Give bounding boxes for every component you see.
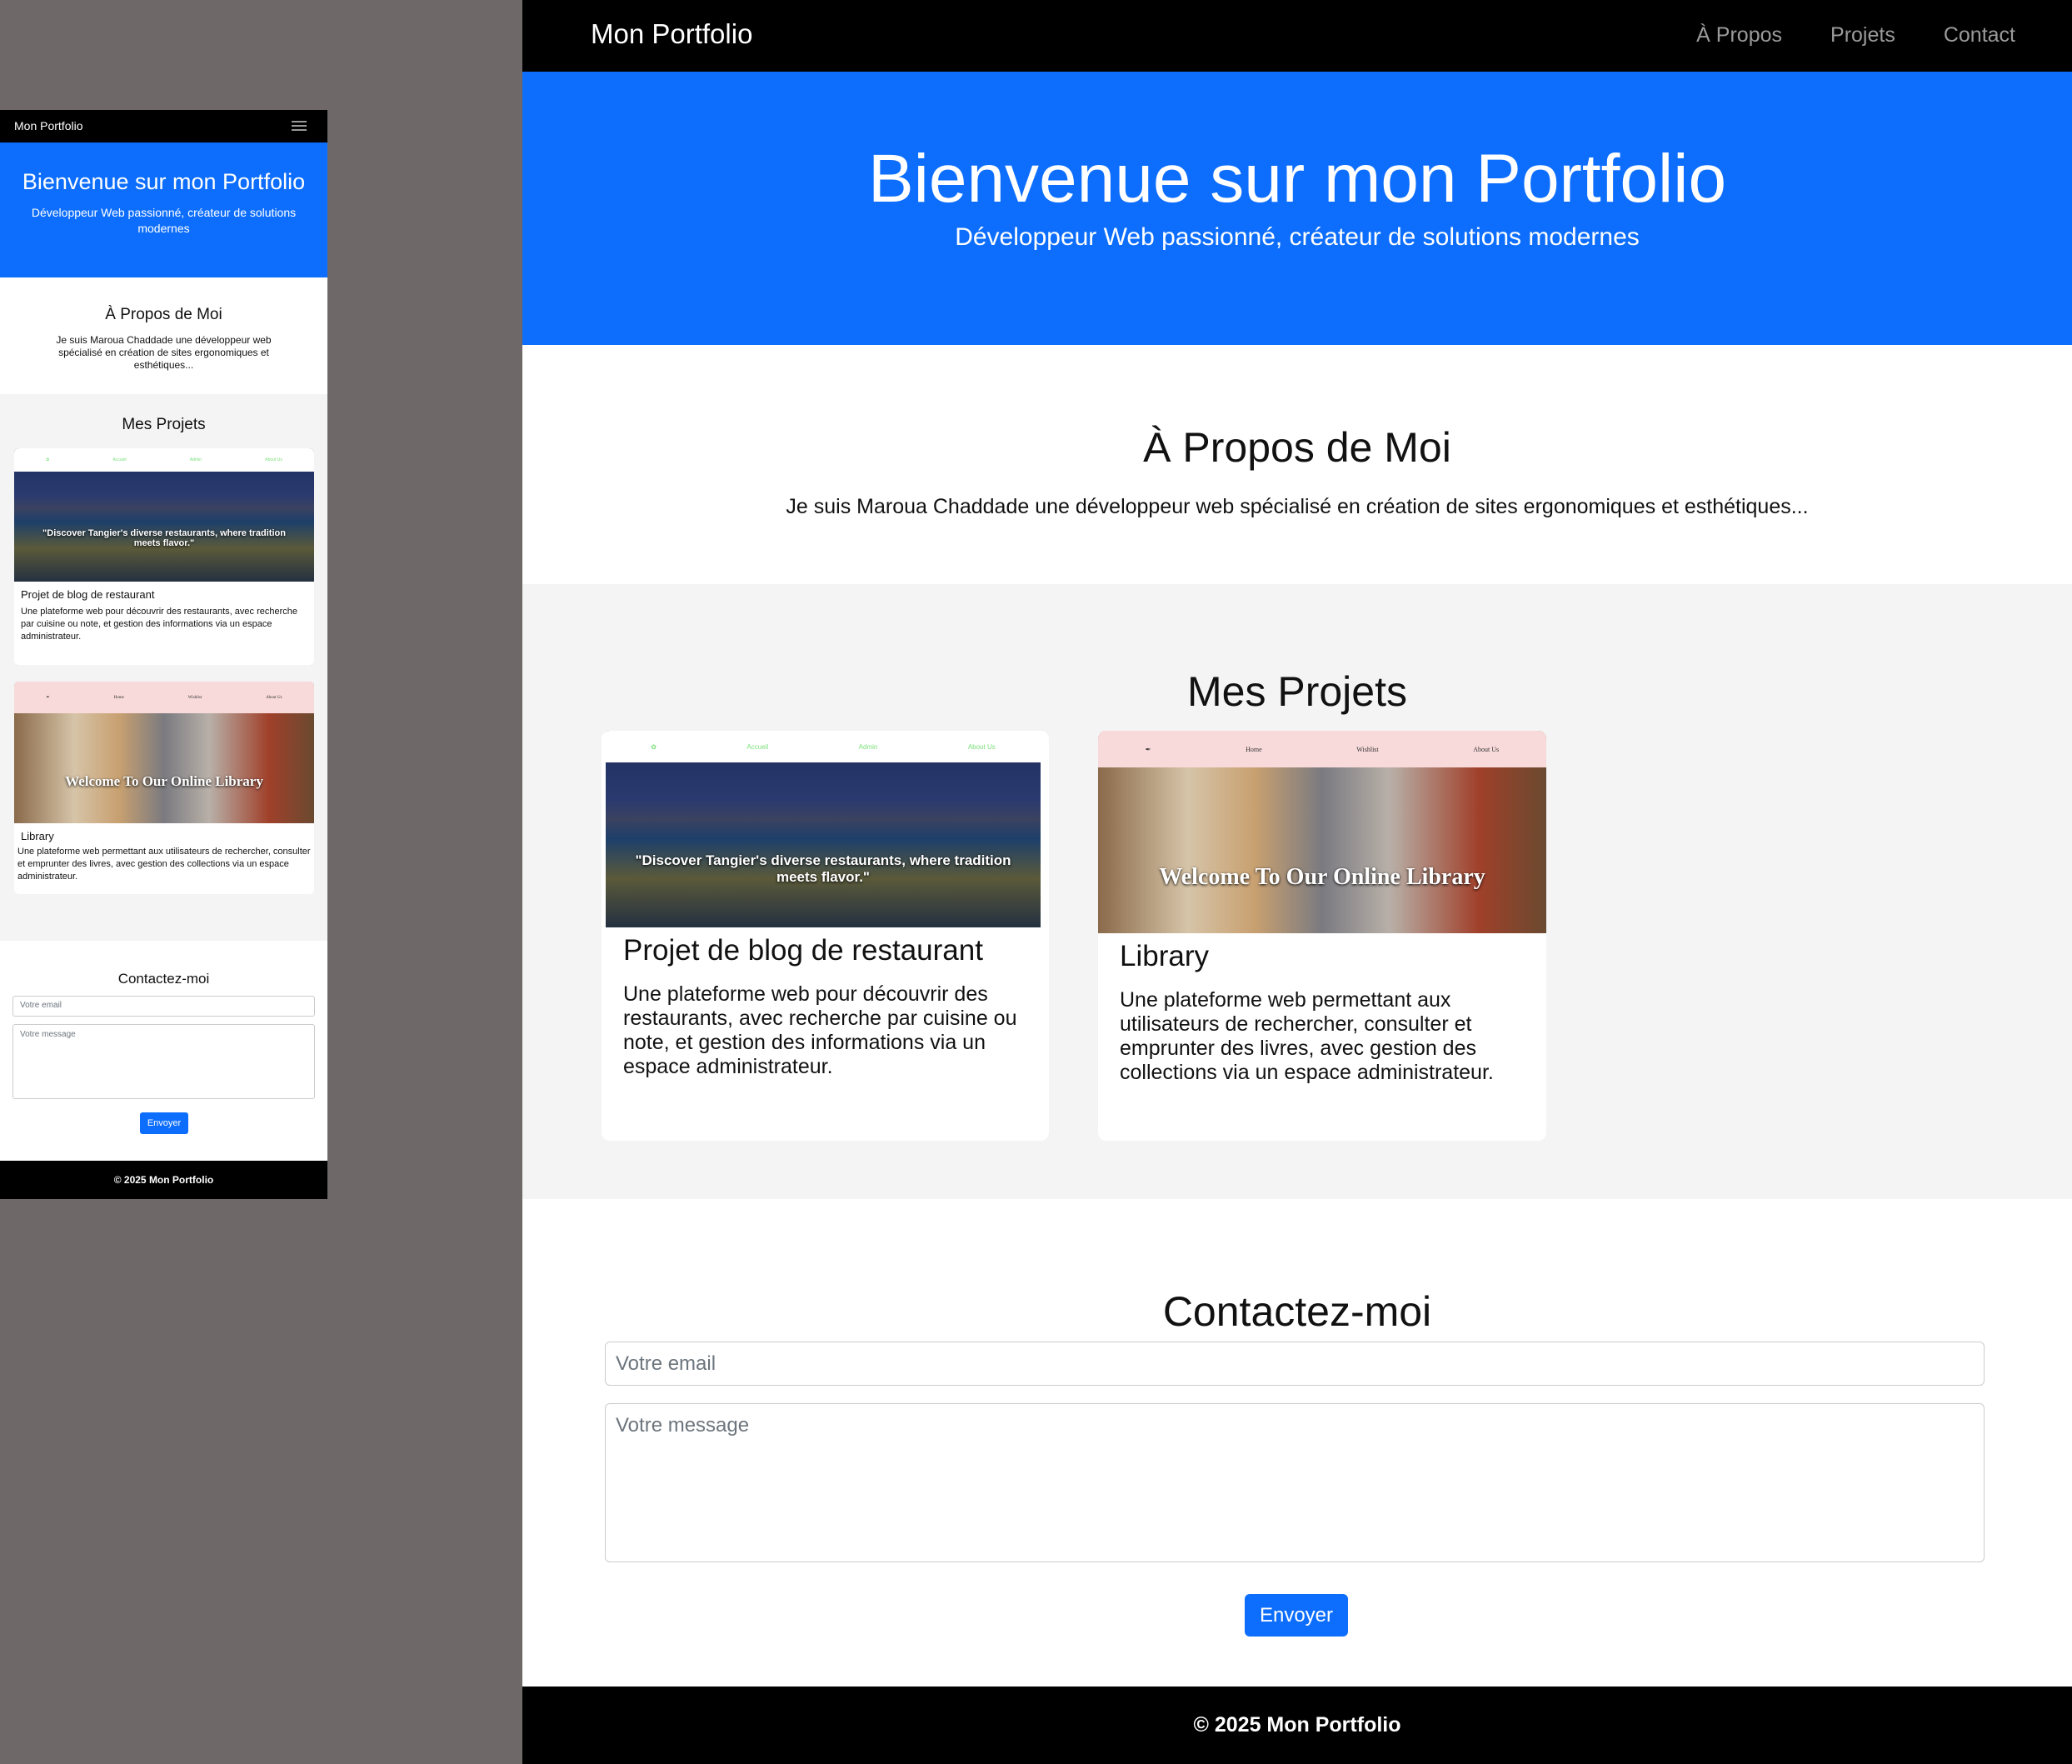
image-logo-icon: ✿ [651,742,657,751]
image-nav-item: About Us [1473,745,1500,753]
mobile-brand[interactable]: Mon Portfolio [14,119,82,132]
nav-links: À Propos Projets Contact [1696,23,2015,47]
image-nav-item: Wishlist [1356,745,1379,753]
projects-title: Mes Projets [1187,668,1407,715]
project-image: ✿ Accueil Admin About Us "Discover Tangier'… [14,448,314,582]
mobile-about: À Propos de Moi Je suis Maroua Chaddade … [0,277,327,394]
project-title: Projet de blog de restaurant [21,588,155,601]
image-nav-item: About Us [967,742,996,751]
about-section: À Propos de Moi Je suis Maroua Chaddade … [522,345,2072,584]
mobile-email-input[interactable]: Votre email [12,996,315,1017]
nav-link-contact[interactable]: Contact [1944,23,2015,47]
mobile-project-card[interactable]: ✒ Home Wishlist About Us Welcome To Our Onl… [14,682,314,894]
mobile-hero-title: Bienvenue sur mon Portfolio [22,169,306,194]
project-title: Library [1120,940,1209,972]
about-title: À Propos de Moi [1143,424,1451,471]
image-nav-item: About Us [266,695,282,700]
submit-button[interactable]: Envoyer [1245,1594,1348,1637]
mobile-preview: Mon Portfolio Bienvenue sur mon Portfoli… [0,110,327,1199]
mobile-hero-subtitle: Développeur Web passionné, créateur de s… [31,206,297,235]
project-description: Une plateforme web permettant aux utilis… [17,847,311,882]
project-image: ✒ Home Wishlist About Us Welcome To Our Onl… [14,682,314,823]
mobile-hero: Bienvenue sur mon Portfolio Développeur … [0,142,327,277]
hero-subtitle: Développeur Web passionné, créateur de s… [955,223,1640,251]
desktop-page: Mon Portfolio À Propos Projets Contact B… [522,0,2072,1764]
about-text: Je suis Maroua Chaddade une développeur … [786,495,1809,518]
mobile-submit-button[interactable]: Envoyer [140,1112,188,1134]
image-nav-item: Admin [189,457,202,462]
mobile-contact-title: Contactez-moi [117,971,210,987]
project-description: Une plateforme web pour découvrir des re… [21,607,298,642]
mobile-about-title: À Propos de Moi [105,306,222,323]
image-nav-item: About Us [265,457,282,462]
project-description: Une plateforme web pour découvrir des re… [623,982,1017,1078]
project-card[interactable]: ✿ Accueil Admin About Us "Discover Tangier'… [602,731,1049,1141]
navbar: Mon Portfolio À Propos Projets Contact [522,0,2072,72]
mobile-projects-title: Mes Projets [122,416,206,433]
image-nav-item: Accueil [112,457,127,462]
mobile-navbar: Mon Portfolio [0,110,327,142]
footer: © 2025 Mon Portfolio [522,1687,2072,1764]
image-nav-item: Home [113,695,124,700]
projects-section: Mes Projets ✿ Accueil Admin About Us "Disco… [522,584,2072,1199]
image-nav-item: Accueil [746,742,769,751]
mobile-message-textarea[interactable]: Votre message [12,1024,315,1099]
message-textarea[interactable]: Votre message [605,1403,1985,1562]
project-title: Library [21,830,54,842]
image-nav-item: Home [1246,745,1262,753]
hero-title: Bienvenue sur mon Portfolio [867,141,1727,217]
project-image-caption: Welcome To Our Online Library [1159,864,1485,890]
hero-section: Bienvenue sur mon Portfolio Développeur … [522,72,2072,345]
nav-link-about[interactable]: À Propos [1696,23,1782,47]
mobile-about-text: Je suis Maroua Chaddade une développeur … [56,334,272,371]
brand-link[interactable]: Mon Portfolio [591,18,752,50]
email-input[interactable]: Votre email [605,1342,1985,1386]
mobile-contact: Contactez-moi Votre email Votre message … [0,941,327,1161]
image-logo-icon: ✿ [46,457,50,462]
image-nav-item: Wishlist [187,695,202,700]
hamburger-menu-icon[interactable] [292,121,307,131]
project-image-caption: "Discover Tangier's diverse restaurants,… [635,852,1011,885]
project-title: Projet de blog de restaurant [623,934,983,967]
nav-link-projects[interactable]: Projets [1830,23,1895,47]
project-image-caption: "Discover Tangier's diverse restaurants,… [42,528,286,548]
project-card[interactable]: ✒ Home Wishlist About Us Welcome To Our Onl… [1098,731,1546,1141]
mobile-projects: Mes Projets ✿ Accueil Admin About Us "Disco… [0,394,327,941]
image-nav-item: Admin [858,742,878,751]
image-logo-icon: ✒ [1145,745,1151,753]
mobile-project-card[interactable]: ✿ Accueil Admin About Us "Discover Tangier'… [14,448,314,665]
project-description: Une plateforme web permettant aux utilis… [1120,988,1494,1084]
project-image-caption: Welcome To Our Online Library [65,773,263,789]
contact-section: Contactez-moi Votre email Votre message … [522,1199,2072,1687]
project-image: ✒ Home Wishlist About Us Welcome To Our Onl… [1098,731,1546,933]
image-logo-icon: ✒ [46,696,50,700]
mobile-footer: © 2025 Mon Portfolio [0,1161,327,1199]
project-image: ✿ Accueil Admin About Us "Discover Tangier'… [606,731,1041,927]
contact-title: Contactez-moi [1162,1288,1432,1335]
